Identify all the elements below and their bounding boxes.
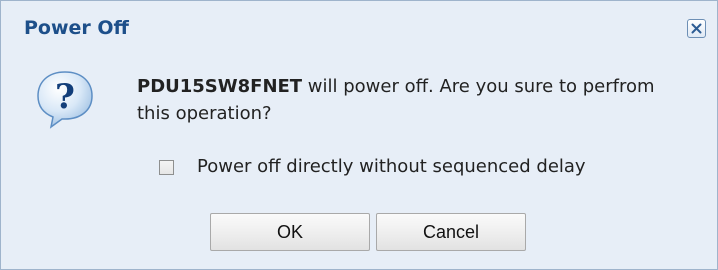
dialog-titlebar: Power Off [1,1,717,57]
ok-button[interactable]: OK [210,213,370,251]
power-off-dialog: Power Off ? PDU15SW8FNET will power off.… [0,0,718,270]
device-name: PDU15SW8FNET [137,76,303,97]
dialog-title: Power Off [24,17,129,39]
checkbox-label[interactable]: Power off directly without sequenced del… [197,156,586,177]
svg-text:?: ? [55,77,75,117]
question-bubble-icon: ? [37,71,93,129]
cancel-button[interactable]: Cancel [376,213,526,251]
close-x-icon [691,23,702,34]
skip-sequenced-delay-checkbox[interactable] [159,160,174,175]
close-button[interactable] [687,19,706,38]
confirmation-message: PDU15SW8FNET will power off. Are you sur… [137,73,692,127]
